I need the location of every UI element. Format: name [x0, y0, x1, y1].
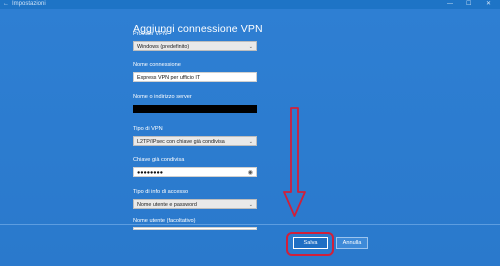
- annotation-arrow-icon: [283, 107, 306, 217]
